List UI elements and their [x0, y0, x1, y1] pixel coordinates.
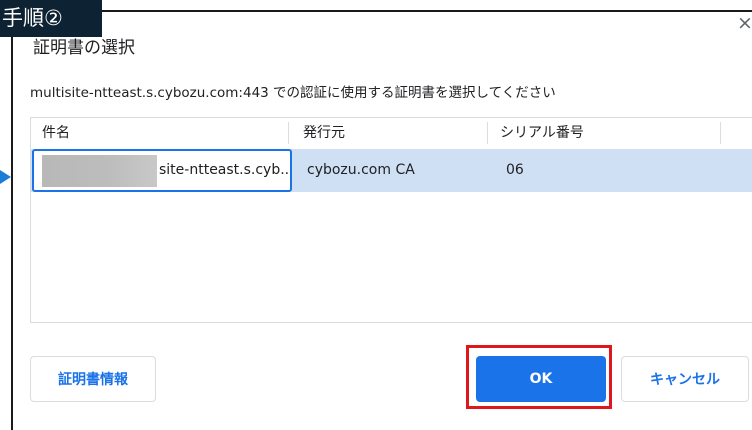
redaction-block	[42, 155, 157, 187]
column-header-serial[interactable]: シリアル番号	[500, 118, 584, 148]
arrow-tip-icon	[0, 170, 11, 184]
dialog-description: multisite-ntteast.s.cybozu.com:443 での認証に…	[30, 85, 556, 101]
cell-serial: 06	[506, 162, 524, 178]
ok-button[interactable]: OK	[476, 356, 606, 402]
cell-subject[interactable]: site-ntteast.s.cyb...	[32, 149, 292, 192]
step-badge: 手順②	[0, 0, 102, 37]
certificate-table: 件名 発行元 シリアル番号 site-ntteast.s.cyb... cybo…	[30, 117, 752, 323]
certificate-info-button[interactable]: 証明書情報	[30, 356, 156, 402]
column-divider[interactable]	[720, 122, 721, 144]
table-header: 件名 発行元 シリアル番号	[31, 118, 752, 148]
column-divider[interactable]	[487, 122, 488, 144]
cell-issuer: cybozu.com CA	[307, 162, 415, 178]
column-divider[interactable]	[288, 122, 289, 144]
subject-text: site-ntteast.s.cyb...	[159, 162, 292, 178]
column-header-subject[interactable]: 件名	[42, 118, 70, 148]
close-icon[interactable]: ×	[737, 12, 752, 34]
cancel-button[interactable]: キャンセル	[621, 356, 749, 402]
column-header-issuer[interactable]: 発行元	[303, 118, 345, 148]
table-row[interactable]: site-ntteast.s.cyb... cybozu.com CA 06	[31, 149, 752, 192]
